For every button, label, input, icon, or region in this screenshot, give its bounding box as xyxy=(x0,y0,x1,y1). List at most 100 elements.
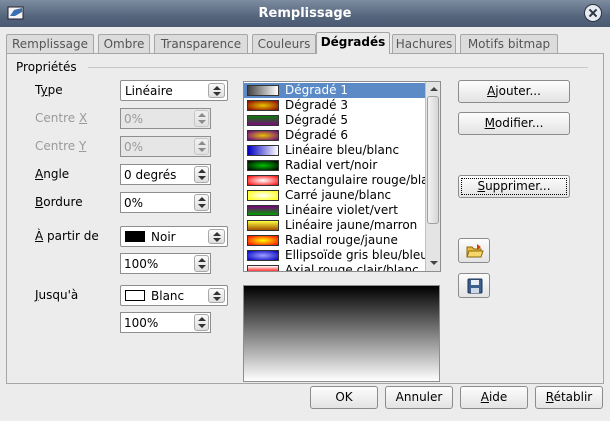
gradient-list-item[interactable]: Radial rouge/jaune xyxy=(244,233,426,248)
centre-y-label: Centre Y xyxy=(35,139,87,153)
scroll-thumb[interactable] xyxy=(427,96,439,224)
from-label: À partir de xyxy=(35,229,99,243)
gradient-thumbnail xyxy=(247,130,279,141)
to-intensity-field[interactable]: 100% xyxy=(120,312,211,333)
centre-x-value: 0% xyxy=(124,112,144,126)
gradient-name: Linéaire violet/vert xyxy=(285,203,398,217)
gradient-list-item[interactable]: Axial rouge clair/blanc xyxy=(244,263,426,272)
gradient-list-item[interactable]: Linéaire jaune/marron xyxy=(244,218,426,233)
gradient-thumbnail xyxy=(247,220,279,231)
bordure-value: 0% xyxy=(124,196,144,210)
section-divider xyxy=(88,67,588,68)
gradient-name: Dégradé 5 xyxy=(285,113,348,127)
tab-remplissage[interactable]: Remplissage xyxy=(6,34,94,53)
centre-y-field[interactable]: 0% xyxy=(120,136,211,157)
gradient-list-item[interactable]: Rectangulaire rouge/blanc xyxy=(244,173,440,188)
type-value: Linéaire xyxy=(125,84,173,98)
gradient-list-item[interactable]: Dégradé 6 xyxy=(244,128,426,143)
gradient-thumbnail xyxy=(247,205,279,216)
bordure-field[interactable]: 0% xyxy=(120,192,211,213)
gradient-thumbnail xyxy=(247,235,279,246)
centre-x-field[interactable]: 0% xyxy=(120,108,211,129)
gradient-name: Rectangulaire rouge/blanc xyxy=(285,173,441,187)
gradient-thumbnail xyxy=(247,160,279,171)
gradient-list-item[interactable]: Carré jaune/blanc xyxy=(244,188,426,203)
help-button[interactable]: Aide xyxy=(460,386,528,409)
reset-button[interactable]: Rétablir xyxy=(535,386,603,409)
to-label: Jusqu'à xyxy=(35,288,79,302)
gradient-thumbnail xyxy=(247,85,279,96)
dialog-body: Remplissage Ombre Transparence Couleurs … xyxy=(0,27,610,421)
spinner-icon[interactable] xyxy=(194,110,209,127)
folder-open-icon xyxy=(466,243,484,262)
floppy-disk-icon xyxy=(467,278,483,297)
spinner-icon[interactable] xyxy=(194,255,209,272)
gradient-list-item[interactable]: Dégradé 5 xyxy=(244,113,426,128)
gradient-thumbnail xyxy=(247,115,279,126)
gradient-thumbnail xyxy=(247,145,279,156)
updown-icon xyxy=(208,83,225,98)
list-scrollbar[interactable] xyxy=(425,82,440,271)
gradient-name: Axial rouge clair/blanc xyxy=(285,263,419,272)
gradient-thumbnail xyxy=(247,250,279,261)
gradient-name: Dégradé 6 xyxy=(285,128,348,142)
spinner-icon[interactable] xyxy=(194,138,209,155)
ok-button[interactable]: OK xyxy=(310,386,378,409)
gradient-preview xyxy=(243,285,440,382)
centre-x-label: Centre X xyxy=(35,111,88,125)
delete-button[interactable]: Supprimer... xyxy=(458,175,570,198)
gradient-name: Dégradé 1 xyxy=(285,83,348,97)
from-intensity-field[interactable]: 100% xyxy=(120,253,211,274)
section-label: Propriétés xyxy=(16,60,77,74)
gradient-name: Ellipsoïde gris bleu/bleu xyxy=(285,248,428,262)
type-label: Type xyxy=(35,83,63,97)
gradient-thumbnail xyxy=(247,190,279,201)
title-bar: Remplissage xyxy=(0,0,610,27)
tab-degrades[interactable]: Dégradés xyxy=(316,32,390,54)
gradient-thumbnail xyxy=(247,100,279,111)
gradient-list-item[interactable]: Ellipsoïde gris bleu/bleu xyxy=(244,248,428,263)
spinner-icon[interactable] xyxy=(194,194,209,211)
to-intensity-value: 100% xyxy=(124,316,159,330)
type-dropdown[interactable]: Linéaire xyxy=(120,80,228,101)
tab-hachures[interactable]: Hachures xyxy=(392,34,456,53)
color-swatch xyxy=(125,231,145,242)
add-button[interactable]: Ajouter... xyxy=(458,80,570,103)
bordure-label: Bordure xyxy=(35,195,83,209)
gradient-thumbnail xyxy=(247,265,279,271)
tab-ombre[interactable]: Ombre xyxy=(98,34,150,53)
save-button[interactable] xyxy=(458,273,490,298)
gradient-list-item[interactable]: Dégradé 1 xyxy=(244,83,426,98)
angle-label: Angle xyxy=(35,167,70,181)
from-intensity-value: 100% xyxy=(124,257,159,271)
spinner-icon[interactable] xyxy=(194,166,209,183)
updown-icon xyxy=(208,229,225,244)
angle-field[interactable]: 0 degrés xyxy=(120,164,211,185)
gradient-list-item[interactable]: Linéaire bleu/blanc xyxy=(244,143,426,158)
modify-button[interactable]: Modifier... xyxy=(458,112,570,135)
gradient-list-item[interactable]: Dégradé 3 xyxy=(244,98,426,113)
scroll-up-icon[interactable] xyxy=(427,83,440,96)
to-color-value: Blanc xyxy=(151,289,185,303)
tab-couleurs[interactable]: Couleurs xyxy=(252,34,316,53)
tab-motifs-bitmap[interactable]: Motifs bitmap xyxy=(460,34,558,53)
color-swatch xyxy=(125,290,145,301)
centre-y-value: 0% xyxy=(124,140,144,154)
spinner-icon[interactable] xyxy=(194,314,209,331)
close-icon[interactable] xyxy=(584,4,602,22)
gradient-list-item[interactable]: Radial vert/noir xyxy=(244,158,426,173)
gradient-name: Dégradé 3 xyxy=(285,98,348,112)
updown-icon xyxy=(208,288,225,303)
cancel-button[interactable]: Annuler xyxy=(385,386,453,409)
gradient-list[interactable]: Dégradé 1 Dégradé 3 Dégradé 5 Dégradé 6 Liné… xyxy=(243,81,441,272)
to-color-dropdown[interactable]: Blanc xyxy=(120,285,228,306)
gradient-name: Radial rouge/jaune xyxy=(285,233,398,247)
gradient-name: Radial vert/noir xyxy=(285,158,378,172)
angle-value: 0 degrés xyxy=(124,168,177,182)
tab-transparence[interactable]: Transparence xyxy=(154,34,248,53)
gradient-list-item[interactable]: Linéaire violet/vert xyxy=(244,203,426,218)
from-color-dropdown[interactable]: Noir xyxy=(120,226,228,247)
gradient-name: Linéaire jaune/marron xyxy=(285,218,418,232)
scroll-down-icon[interactable] xyxy=(427,257,440,270)
load-button[interactable] xyxy=(458,238,490,263)
